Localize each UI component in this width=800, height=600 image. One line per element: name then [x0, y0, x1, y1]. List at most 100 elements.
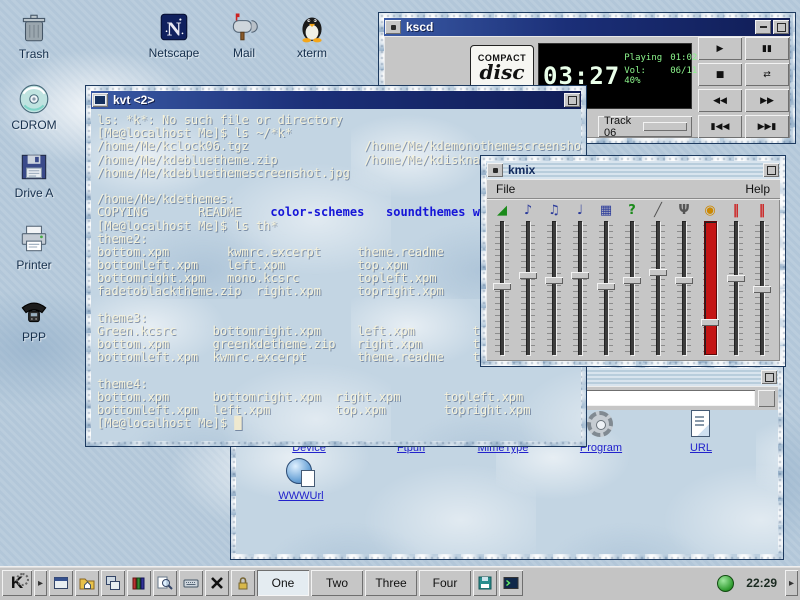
slider-handle[interactable] — [493, 283, 511, 290]
home-folder-icon[interactable] — [75, 570, 99, 596]
kvt-titlebar[interactable]: kvt <2> — [91, 91, 581, 109]
volume-slider-bass[interactable] — [516, 219, 540, 358]
volume-slider-synth[interactable] — [568, 219, 592, 358]
slider-handle[interactable] — [727, 275, 745, 282]
window-menu-button[interactable] — [487, 163, 503, 177]
maximize-button[interactable] — [773, 20, 789, 34]
slider-handle[interactable] — [623, 277, 641, 284]
window-menu-button[interactable] — [92, 93, 108, 107]
panel-arrow-button[interactable]: ▸ — [34, 570, 47, 596]
desktop-icon-printer[interactable]: Printer — [8, 222, 60, 272]
window-title: kvt <2> — [110, 93, 562, 107]
volume-slider-cd[interactable] — [698, 219, 722, 358]
volume-channel-icon: ◢ — [497, 202, 507, 219]
desktop-icon-drive-a[interactable]: Drive A — [8, 150, 60, 200]
keyboard-icon[interactable] — [179, 570, 203, 596]
window-title: kmix — [505, 163, 761, 177]
mixer-channel-treble: ♫ — [542, 202, 566, 358]
kfm-item-wwwurl[interactable]: WWWUrl — [270, 458, 332, 502]
mixer-channel-line: ╱ — [646, 202, 670, 358]
mixer-channel-rec-left: ‖ — [724, 202, 748, 358]
panel-hide-button[interactable]: ▸ — [785, 570, 798, 596]
desktop[interactable]: Trash CDROM Drive A Printer PPP N Netsca… — [0, 0, 800, 600]
desktop-icon-cdrom[interactable]: CDROM — [8, 82, 60, 132]
kfm-item-label[interactable]: WWWUrl — [270, 490, 332, 502]
panel-status-icon[interactable] — [717, 575, 734, 592]
maximize-button[interactable] — [763, 163, 779, 177]
desktop-icon-xterm[interactable]: xterm — [286, 10, 338, 60]
slider-handle[interactable] — [597, 283, 615, 290]
slider-handle[interactable] — [675, 277, 693, 284]
exit-x-icon[interactable] — [205, 570, 229, 596]
rewind-button[interactable]: ◀◀ — [698, 89, 742, 112]
pager-desktop-four[interactable]: Four — [419, 570, 471, 596]
window-menu-button[interactable] — [385, 20, 401, 34]
minimize-button[interactable] — [755, 20, 771, 34]
penguin-icon — [295, 10, 329, 44]
mixer-channel-pcm: ▦ — [594, 202, 618, 358]
previous-track-button[interactable]: ▮◀◀ — [698, 115, 742, 138]
maximize-button[interactable] — [761, 370, 777, 384]
kmix-titlebar[interactable]: kmix — [486, 161, 780, 179]
pause-button[interactable]: ▮▮ — [745, 37, 789, 60]
slider-handle[interactable] — [545, 277, 563, 284]
mixer-channel-rec-right: ‖ — [750, 202, 774, 358]
volume-slider-mic[interactable] — [672, 219, 696, 358]
pager-desktop-two[interactable]: Two — [311, 570, 363, 596]
pager-desktop-three[interactable]: Three — [365, 570, 417, 596]
volume-slider-treble[interactable] — [542, 219, 566, 358]
find-files-icon[interactable] — [153, 570, 177, 596]
desktop-icon-mail[interactable]: Mail — [218, 10, 270, 60]
panel-clock: 22:29 — [740, 576, 783, 590]
window-title: kscd — [403, 20, 753, 34]
forward-button[interactable]: ▶▶ — [745, 89, 789, 112]
speaker-channel-icon: ? — [628, 202, 636, 219]
stop-button[interactable]: ■ — [698, 63, 742, 86]
k-menu-button[interactable]: K — [2, 570, 32, 596]
kmix-menubar: File Help — [486, 179, 780, 199]
netscape-icon: N — [157, 10, 191, 44]
books-icon[interactable] — [127, 570, 151, 596]
taskbar-panel: K ▸ One Two Three Four — [0, 566, 800, 600]
slider-handle[interactable] — [753, 286, 771, 293]
loop-button[interactable]: ⇄ — [745, 63, 789, 86]
kmix-window: kmix File Help ◢♪♫♩▦?╱Ψ◉‖‖ — [480, 155, 786, 367]
next-track-button[interactable]: ▶▶▮ — [745, 115, 789, 138]
gear-icon — [16, 573, 29, 586]
lock-screen-icon[interactable] — [231, 570, 255, 596]
desktop-icon-netscape[interactable]: N Netscape — [148, 10, 200, 60]
play-status: Playing — [624, 53, 662, 63]
slider-handle[interactable] — [649, 269, 667, 276]
menu-file[interactable]: File — [486, 182, 525, 196]
www-globe-icon — [284, 458, 318, 488]
volume-slider-rec-left[interactable] — [724, 219, 748, 358]
volume-slider-line[interactable] — [646, 219, 670, 358]
desktop-icon-trash[interactable]: Trash — [8, 11, 60, 61]
disk-tool-icon[interactable] — [473, 570, 497, 596]
desktop-icon-ppp[interactable]: PPP — [8, 294, 60, 344]
menu-help[interactable]: Help — [735, 182, 780, 196]
desktop-icon-label: PPP — [22, 330, 46, 344]
cdrom-icon — [17, 82, 51, 116]
window-stack-icon[interactable] — [101, 570, 125, 596]
volume-slider-pcm[interactable] — [594, 219, 618, 358]
slider-handle[interactable] — [571, 272, 589, 279]
terminal-icon[interactable] — [499, 570, 523, 596]
window-list-icon[interactable] — [49, 570, 73, 596]
kscd-titlebar[interactable]: kscd — [384, 18, 790, 36]
kfm-item-url[interactable]: URL — [670, 410, 732, 454]
maximize-button[interactable] — [564, 93, 580, 107]
volume-slider-volume[interactable] — [490, 219, 514, 358]
kfm-item-label[interactable]: URL — [670, 442, 732, 454]
pager-desktop-one[interactable]: One — [257, 570, 309, 596]
combo-indicator — [643, 122, 688, 131]
phone-icon — [17, 294, 51, 328]
play-button[interactable]: ▶ — [698, 37, 742, 60]
slider-handle[interactable] — [519, 272, 537, 279]
slider-handle[interactable] — [701, 319, 719, 326]
trash-icon — [17, 11, 51, 45]
volume-slider-rec-right[interactable] — [750, 219, 774, 358]
volume-slider-speaker[interactable] — [620, 219, 644, 358]
kde-logo-button[interactable] — [758, 390, 775, 407]
track-selector[interactable]: Track 06 — [598, 116, 692, 137]
